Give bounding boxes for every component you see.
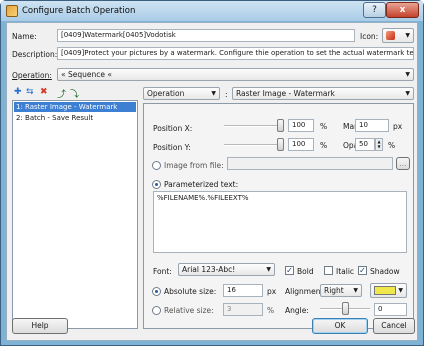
relative-size-radio[interactable] — [152, 306, 161, 315]
link-step-icon[interactable]: ⇆ — [26, 87, 34, 97]
app-icon — [6, 5, 18, 17]
list-item[interactable]: 2: Batch - Save Result — [14, 113, 136, 123]
slider-track — [224, 125, 284, 127]
absolute-size-label: Absolute size: — [164, 287, 217, 296]
help-button[interactable]: Help — [12, 318, 68, 334]
watermark-icon — [386, 31, 395, 40]
margins-field[interactable]: 10 — [355, 119, 389, 132]
italic-label: Italic — [336, 267, 355, 276]
dialog-client-area: Name: [0409]Watermark[0405]Vodotisk Icon… — [6, 22, 418, 341]
icon-label: Icon: — [360, 32, 379, 41]
angle-label: Angle: — [285, 306, 309, 315]
operation-select[interactable]: « Sequence « ▼ — [57, 68, 414, 81]
parameterized-text-radio[interactable] — [152, 180, 161, 189]
parameterized-text-input[interactable]: %FILENAME%.%FILEEXT% — [153, 191, 407, 253]
icon-picker[interactable]: ▼ — [382, 28, 414, 43]
window-title: Configure Batch Operation — [22, 6, 136, 16]
parameterized-text-label: Parameterized text: — [164, 180, 239, 189]
angle-slider[interactable] — [320, 302, 370, 315]
position-y-field[interactable]: 100 — [288, 138, 314, 151]
absolute-size-radio[interactable] — [152, 287, 161, 296]
position-x-unit: % — [320, 122, 328, 131]
step-type-value: Operation — [147, 89, 185, 98]
title-help-button[interactable]: ? — [363, 2, 386, 18]
relative-size-unit: % — [267, 306, 275, 315]
relative-size-field: 3 — [223, 303, 263, 316]
name-field[interactable]: [0409]Watermark[0405]Vodotisk — [57, 29, 355, 42]
image-file-field — [227, 157, 393, 170]
step-operation-select[interactable]: Raster Image - Watermark ▼ — [232, 87, 414, 100]
italic-checkbox[interactable] — [324, 266, 333, 275]
step-type-select[interactable]: Operation ▼ — [143, 87, 220, 100]
delete-step-icon[interactable]: ✖ — [40, 87, 48, 97]
font-value: Arial 123-Abc! — [182, 265, 236, 274]
font-label: Font: — [153, 267, 172, 276]
position-x-slider[interactable] — [224, 119, 284, 132]
image-from-file-radio[interactable] — [152, 161, 161, 170]
margins-unit: px — [393, 122, 403, 131]
slider-thumb[interactable] — [277, 138, 284, 151]
chevron-down-icon: ▼ — [353, 287, 358, 294]
position-y-label: Position Y: — [153, 143, 191, 152]
chevron-down-icon: ▼ — [405, 71, 410, 78]
chevron-down-icon: ▼ — [405, 32, 410, 39]
position-x-field[interactable]: 100 — [288, 119, 314, 132]
position-x-label: Position X: — [153, 124, 193, 133]
chevron-down-icon: ▼ — [398, 287, 403, 294]
opacity-spinner[interactable]: ▲ ▼ — [375, 138, 383, 151]
position-y-slider[interactable] — [224, 138, 284, 151]
absolute-size-field[interactable]: 16 — [223, 284, 263, 297]
alignment-value: Right — [324, 286, 344, 295]
image-from-file-label: Image from file: — [164, 161, 224, 170]
text-color-picker[interactable]: ▼ — [370, 283, 407, 298]
slider-thumb[interactable] — [277, 119, 284, 132]
bold-checkbox[interactable]: ✓ — [285, 266, 294, 275]
move-up-icon[interactable]: ⤴ — [57, 87, 66, 100]
title-bar: Configure Batch Operation ? x — [1, 1, 423, 21]
ok-button[interactable]: OK — [312, 318, 368, 334]
relative-size-label: Relative size: — [164, 306, 214, 315]
position-y-unit: % — [320, 141, 328, 150]
opacity-field[interactable]: 50 — [355, 138, 375, 151]
alignment-select[interactable]: Right ▼ — [320, 284, 362, 297]
slider-thumb[interactable] — [342, 302, 349, 315]
list-item[interactable]: 1: Raster Image - Watermark — [14, 102, 136, 112]
operation-select-value: « Sequence « — [61, 70, 112, 79]
shadow-label: Shadow — [370, 267, 400, 276]
title-close-button[interactable]: x — [386, 2, 419, 18]
type-separator: : — [225, 90, 228, 99]
angle-field[interactable]: 0 — [374, 303, 407, 316]
absolute-size-unit: px — [267, 287, 277, 296]
chevron-down-icon: ▼ — [266, 266, 271, 273]
color-swatch — [374, 286, 396, 295]
steps-toolbar: ✚ ⇆ ✖ ⤴ ⤵ — [12, 87, 140, 100]
step-operation-value: Raster Image - Watermark — [236, 89, 335, 98]
description-field[interactable]: [0409]Protect your pictures by a waterma… — [57, 47, 414, 60]
slider-track — [224, 144, 284, 146]
description-label: Description: — [12, 50, 58, 59]
cancel-button[interactable]: Cancel — [373, 318, 415, 334]
add-step-icon[interactable]: ✚ — [14, 87, 22, 97]
operation-label: Operation: — [12, 71, 52, 80]
chevron-down-icon: ▼ — [211, 90, 216, 97]
shadow-checkbox[interactable]: ✓ — [358, 266, 367, 275]
font-select[interactable]: Arial 123-Abc! ▼ — [178, 263, 275, 276]
bold-label: Bold — [297, 267, 314, 276]
chevron-down-icon: ▼ — [405, 90, 410, 97]
browse-button[interactable]: ... — [396, 157, 410, 170]
name-label: Name: — [12, 32, 37, 41]
opacity-unit: % — [388, 141, 396, 150]
steps-list: 1: Raster Image - Watermark 2: Batch - S… — [12, 100, 138, 329]
move-down-icon[interactable]: ⤵ — [70, 87, 79, 100]
dialog-window: Configure Batch Operation ? x Name: [040… — [0, 0, 424, 346]
